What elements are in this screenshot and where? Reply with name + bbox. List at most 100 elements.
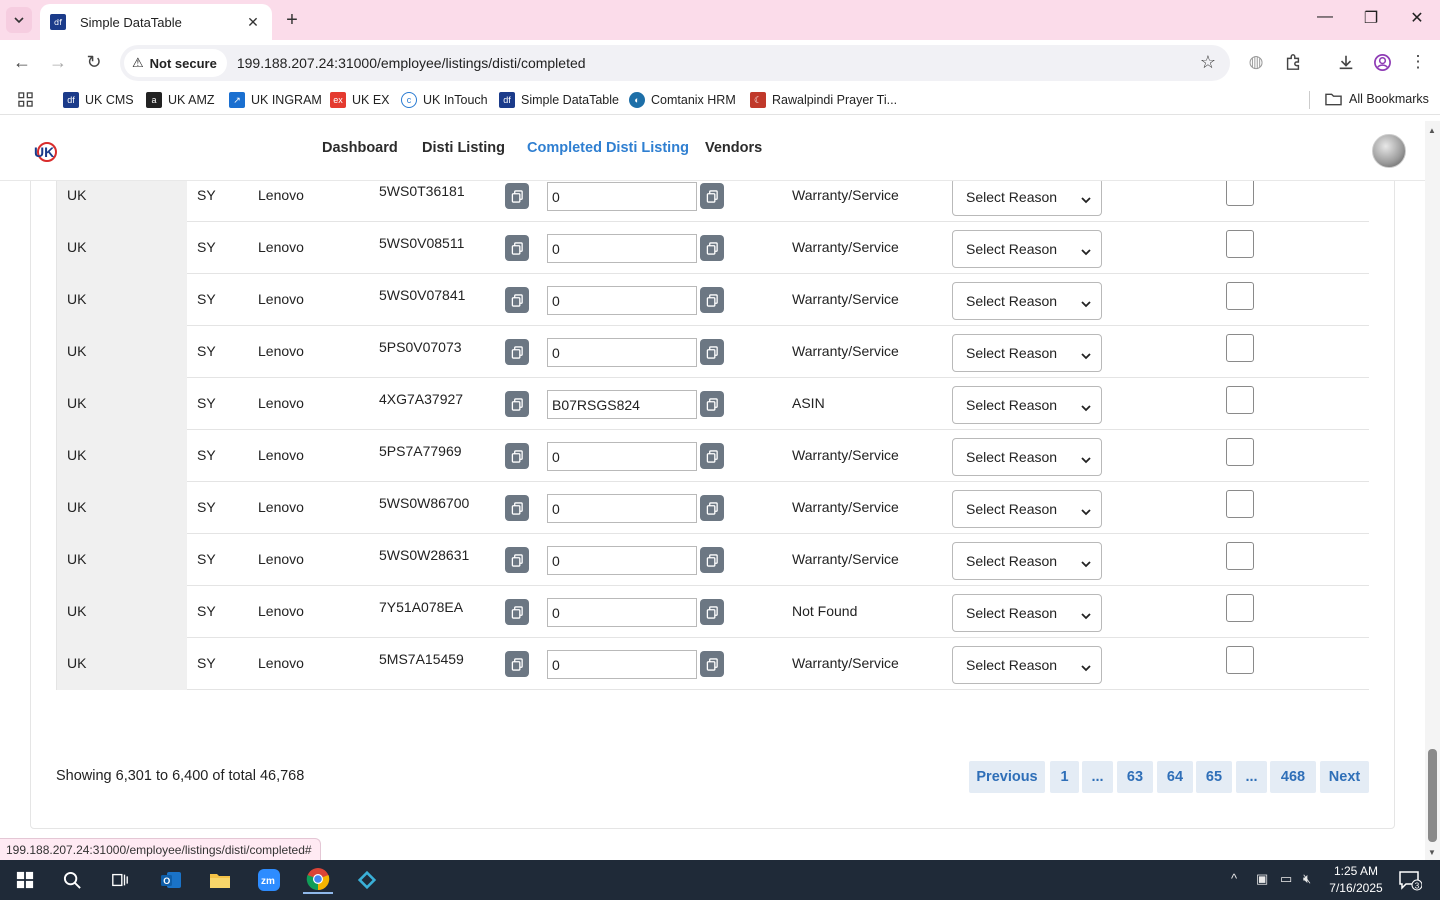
- chrome-icon[interactable]: [303, 866, 333, 894]
- bookmark-uk-amz[interactable]: a UK AMZ: [146, 92, 215, 108]
- tray-chevron-icon[interactable]: ^: [1231, 871, 1237, 886]
- nav-vendors[interactable]: Vendors: [705, 140, 762, 156]
- bookmark-uk-ex[interactable]: ex UK EX: [330, 92, 390, 108]
- bookmark-uk-intouch[interactable]: c UK InTouch: [401, 92, 488, 108]
- pagination-next[interactable]: Next: [1320, 761, 1369, 793]
- copy-part-button[interactable]: [505, 235, 529, 261]
- row-checkbox[interactable]: [1226, 178, 1254, 206]
- reason-select[interactable]: Select Reason: [952, 334, 1102, 372]
- reason-select[interactable]: Select Reason: [952, 594, 1102, 632]
- security-chip[interactable]: ⚠ Not secure: [124, 49, 227, 77]
- asin-input[interactable]: [547, 546, 697, 575]
- pagination-page-63[interactable]: 63: [1117, 761, 1153, 793]
- tab-search-button[interactable]: [6, 7, 32, 33]
- file-explorer-icon[interactable]: [205, 866, 235, 894]
- nav-disti-listing[interactable]: Disti Listing: [422, 140, 505, 156]
- copy-value-button[interactable]: [700, 391, 724, 417]
- notifications-icon[interactable]: 3: [1398, 869, 1423, 894]
- reason-select[interactable]: Select Reason: [952, 230, 1102, 268]
- row-checkbox[interactable]: [1226, 230, 1254, 258]
- copy-value-button[interactable]: [700, 651, 724, 677]
- reason-select[interactable]: Select Reason: [952, 490, 1102, 528]
- browser-tab[interactable]: df Simple DataTable ✕: [40, 4, 272, 40]
- copy-value-button[interactable]: [700, 495, 724, 521]
- copy-value-button[interactable]: [700, 547, 724, 573]
- reason-select[interactable]: Select Reason: [952, 542, 1102, 580]
- download-icon[interactable]: [1335, 51, 1357, 73]
- profile-icon[interactable]: [1371, 51, 1393, 73]
- system-clock[interactable]: 1:25 AM 7/16/2025: [1326, 863, 1386, 897]
- all-bookmarks-button[interactable]: All Bookmarks: [1325, 92, 1429, 106]
- copy-part-button[interactable]: [505, 547, 529, 573]
- row-checkbox[interactable]: [1226, 594, 1254, 622]
- uk-logo-icon[interactable]: UK: [32, 137, 60, 165]
- asin-input[interactable]: [547, 598, 697, 627]
- close-window-icon[interactable]: ✕: [1407, 8, 1427, 28]
- row-checkbox[interactable]: [1226, 438, 1254, 466]
- volume-muted-icon[interactable]: 🔇︎: [1303, 871, 1311, 887]
- forward-icon[interactable]: →: [47, 52, 69, 72]
- menu-kebab-icon[interactable]: ⋮: [1407, 51, 1429, 73]
- reload-icon[interactable]: ↻: [83, 52, 105, 72]
- close-tab-icon[interactable]: ✕: [244, 14, 262, 31]
- asin-input[interactable]: [547, 442, 697, 471]
- translate-icon[interactable]: ◍: [1245, 51, 1267, 73]
- asin-input[interactable]: [547, 650, 697, 679]
- asin-input[interactable]: [547, 338, 697, 367]
- nav-dashboard[interactable]: Dashboard: [322, 140, 398, 156]
- asin-input[interactable]: [547, 390, 697, 419]
- row-checkbox[interactable]: [1226, 646, 1254, 674]
- minimize-icon[interactable]: —: [1315, 8, 1335, 26]
- pagination-page-1[interactable]: 1: [1050, 761, 1079, 793]
- extensions-icon[interactable]: [1282, 51, 1304, 73]
- bookmark-star-icon[interactable]: ☆: [1200, 52, 1216, 73]
- scroll-up-icon[interactable]: ▲: [1428, 126, 1436, 135]
- nav-completed-disti-listing[interactable]: Completed Disti Listing: [527, 140, 689, 156]
- copy-part-button[interactable]: [505, 287, 529, 313]
- asin-input[interactable]: [547, 234, 697, 263]
- copy-value-button[interactable]: [700, 287, 724, 313]
- copy-value-button[interactable]: [700, 235, 724, 261]
- pagination-previous[interactable]: Previous: [969, 761, 1045, 793]
- reason-select[interactable]: Select Reason: [952, 178, 1102, 216]
- copy-part-button[interactable]: [505, 391, 529, 417]
- back-icon[interactable]: ←: [11, 52, 33, 72]
- zoom-icon[interactable]: zm: [254, 866, 284, 894]
- task-view-icon[interactable]: [105, 866, 135, 894]
- scroll-down-icon[interactable]: ▼: [1428, 848, 1436, 857]
- copy-part-button[interactable]: [505, 339, 529, 365]
- reason-select[interactable]: Select Reason: [952, 386, 1102, 424]
- copy-part-button[interactable]: [505, 443, 529, 469]
- avatar[interactable]: [1372, 134, 1406, 168]
- asin-input[interactable]: [547, 286, 697, 315]
- new-tab-icon[interactable]: +: [282, 9, 302, 31]
- copy-value-button[interactable]: [700, 599, 724, 625]
- bookmark-uk-ingram[interactable]: ↗ UK INGRAM: [229, 92, 322, 108]
- url-text[interactable]: 199.188.207.24:31000/employee/listings/d…: [237, 55, 586, 71]
- reason-select[interactable]: Select Reason: [952, 282, 1102, 320]
- row-checkbox[interactable]: [1226, 282, 1254, 310]
- row-checkbox[interactable]: [1226, 334, 1254, 362]
- bookmark-uk-cms[interactable]: df UK CMS: [63, 92, 134, 108]
- windows-start-icon[interactable]: [10, 866, 40, 894]
- bookmark-comtanix-hrm[interactable]: ◐ Comtanix HRM: [629, 92, 736, 108]
- pagination-page-64[interactable]: 64: [1157, 761, 1193, 793]
- row-checkbox[interactable]: [1226, 386, 1254, 414]
- search-icon[interactable]: [57, 866, 87, 894]
- bookmark-simple-datatable[interactable]: df Simple DataTable: [499, 92, 619, 108]
- outlook-icon[interactable]: O: [156, 866, 186, 894]
- copy-part-button[interactable]: [505, 183, 529, 209]
- address-bar[interactable]: ⚠ Not secure 199.188.207.24:31000/employ…: [120, 45, 1230, 81]
- reason-select[interactable]: Select Reason: [952, 646, 1102, 684]
- asin-input[interactable]: [547, 494, 697, 523]
- scrollbar-thumb[interactable]: [1428, 749, 1437, 842]
- copy-part-button[interactable]: [505, 651, 529, 677]
- bookmark-rawalpindi-prayer[interactable]: ☾ Rawalpindi Prayer Ti...: [750, 92, 897, 108]
- copy-value-button[interactable]: [700, 339, 724, 365]
- meet-now-icon[interactable]: ▣: [1256, 871, 1268, 887]
- copy-part-button[interactable]: [505, 599, 529, 625]
- apps-grid-icon[interactable]: [18, 92, 33, 107]
- app-diamond-icon[interactable]: [352, 866, 382, 894]
- copy-value-button[interactable]: [700, 443, 724, 469]
- row-checkbox[interactable]: [1226, 542, 1254, 570]
